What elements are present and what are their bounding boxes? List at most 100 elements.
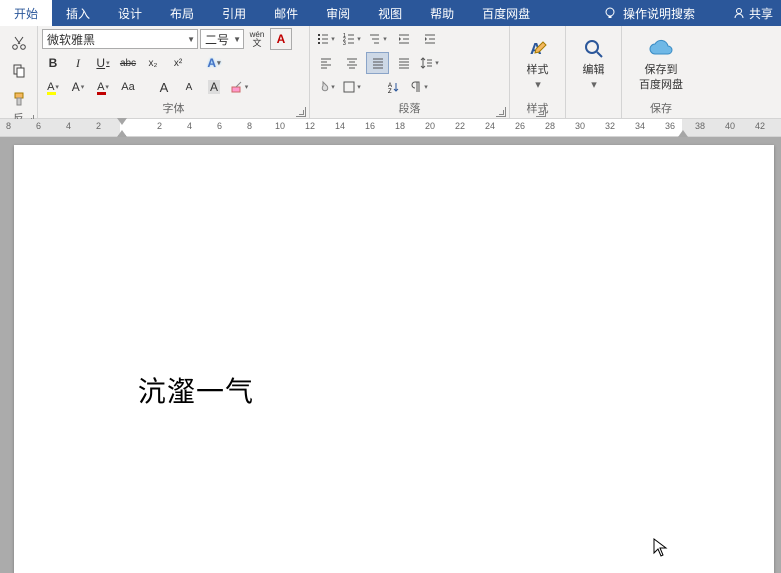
font-launcher[interactable] [296,107,306,117]
tab-view[interactable]: 视图 [364,0,416,26]
enclose-char-button[interactable]: Aa [117,76,139,98]
tab-help[interactable]: 帮助 [416,0,468,26]
paragraph-launcher[interactable] [496,107,506,117]
page[interactable]: 沆瀣一气 [14,145,774,573]
font-size-value: 二号 [205,31,229,48]
save-baidu-button[interactable]: 保存到 百度网盘 [629,26,693,102]
ruler-mark: 16 [365,121,375,131]
char-shading-button[interactable]: A▾ [67,76,89,98]
styles-launcher[interactable] [536,107,546,117]
grow-font-button[interactable]: A [153,76,175,98]
document-text[interactable]: 沆瀣一气 [138,370,254,410]
ruler-mark: 4 [187,121,192,131]
styles-icon: A [525,36,551,62]
ruler-mark: 40 [725,121,735,131]
editing-button-label: 编辑 [583,64,605,77]
tab-insert[interactable]: 插入 [52,0,104,26]
font-group-label: 字体 [38,102,309,118]
decrease-indent-button[interactable] [392,28,415,50]
change-case-button[interactable]: A [203,76,225,98]
bold-button[interactable]: B [42,52,64,74]
tab-design[interactable]: 设计 [104,0,156,26]
bullets-button[interactable]: ▾ [314,28,337,50]
editing-button[interactable]: 编辑 ▾ [571,26,617,102]
font-name-combo[interactable]: 微软雅黑▼ [42,29,198,49]
phonetic-guide-button[interactable]: wén文 [246,28,268,50]
align-center-button[interactable] [340,52,363,74]
ruler-margin-left [0,119,120,136]
save-label-1: 保存到 [645,64,678,77]
superscript-button[interactable]: x² [167,52,189,74]
font-color-button[interactable]: A▾ [92,76,114,98]
styles-panel: A 样式 ▾ 样式 [510,26,566,118]
ribbon-tabs: 开始 插入 设计 布局 引用 邮件 审阅 视图 帮助 百度网盘 操作说明搜索 共… [0,0,781,26]
tab-review[interactable]: 审阅 [312,0,364,26]
clear-formatting-button[interactable]: ▾ [228,76,250,98]
font-name-value: 微软雅黑 [47,31,95,48]
right-indent-marker[interactable] [678,130,688,137]
ruler-mark: 10 [275,121,285,131]
format-painter-button[interactable] [8,88,30,110]
multilevel-list-button[interactable]: ▾ [366,28,389,50]
svg-text:3: 3 [343,41,346,46]
shrink-font-button[interactable]: A [178,76,200,98]
ruler-mark: 30 [575,121,585,131]
increase-indent-button[interactable] [418,28,441,50]
line-spacing-button[interactable]: ▾ [418,52,441,74]
ruler-mark: 2 [157,121,162,131]
copy-button[interactable] [8,60,30,82]
first-line-indent-marker[interactable] [117,118,127,125]
numbering-button[interactable]: 123▾ [340,28,363,50]
ruler-mark: 32 [605,121,615,131]
align-left-button[interactable] [314,52,337,74]
ruler-mark: 2 [96,121,101,131]
paragraph-panel: ▾ 123▾ ▾ ▾ ▾ ▾ AZ ▾ 段落 [310,26,510,118]
align-distribute-button[interactable] [392,52,415,74]
tab-baidu[interactable]: 百度网盘 [468,0,544,26]
show-marks-button[interactable]: ▾ [407,76,430,98]
document-area: 沆瀣一气 [0,137,781,573]
ruler-mark: 28 [545,121,555,131]
chevron-down-icon: ▾ [535,79,541,92]
align-justify-button[interactable] [366,52,389,74]
borders-button[interactable]: ▾ [340,76,363,98]
lightbulb-icon [603,6,617,20]
save-panel: 保存到 百度网盘 保存 [622,26,700,118]
shading-button[interactable]: ▾ [314,76,337,98]
ruler-mark: 4 [66,121,71,131]
tab-home[interactable]: 开始 [0,0,52,26]
font-panel: 微软雅黑▼ 二号▼ wén文 A B I U▾ abc x₂ x² A▾ A▾ … [38,26,310,118]
text-highlight-button[interactable]: A▾ [42,76,64,98]
tab-mailings[interactable]: 邮件 [260,0,312,26]
cut-button[interactable] [8,32,30,54]
tab-layout[interactable]: 布局 [156,0,208,26]
subscript-button[interactable]: x₂ [142,52,164,74]
ruler-mark: 18 [395,121,405,131]
editing-panel: 编辑 ▾ [566,26,622,118]
text-effects-button[interactable]: A▾ [203,52,225,74]
ruler-mark: 36 [665,121,675,131]
sort-button[interactable]: AZ [381,76,404,98]
ruler-mark: 8 [247,121,252,131]
strikethrough-button[interactable]: abc [117,52,139,74]
save-label-2: 百度网盘 [639,79,683,92]
cloud-icon [647,36,675,62]
font-size-combo[interactable]: 二号▼ [200,29,244,49]
ruler-mark: 26 [515,121,525,131]
tell-me-search[interactable]: 操作说明搜索 [623,5,695,22]
search-icon [581,36,607,62]
ruler-mark: 20 [425,121,435,131]
italic-button[interactable]: I [67,52,89,74]
styles-button[interactable]: A 样式 ▾ [515,26,561,102]
ruler-mark: 8 [6,121,11,131]
tab-references[interactable]: 引用 [208,0,260,26]
ruler-mark: 6 [36,121,41,131]
underline-button[interactable]: U▾ [92,52,114,74]
share-button[interactable]: 共享 [725,5,781,22]
ruler-mark: 14 [335,121,345,131]
char-border-button[interactable]: A [270,28,292,50]
chevron-down-icon: ▾ [591,79,597,92]
horizontal-ruler[interactable]: 8642246810121416182022242628303234363840… [0,119,781,137]
ribbon: 反 微软雅黑▼ 二号▼ wén文 A B I U▾ abc x₂ x² A▾ A… [0,26,781,119]
clipboard-panel: 反 [0,26,38,118]
